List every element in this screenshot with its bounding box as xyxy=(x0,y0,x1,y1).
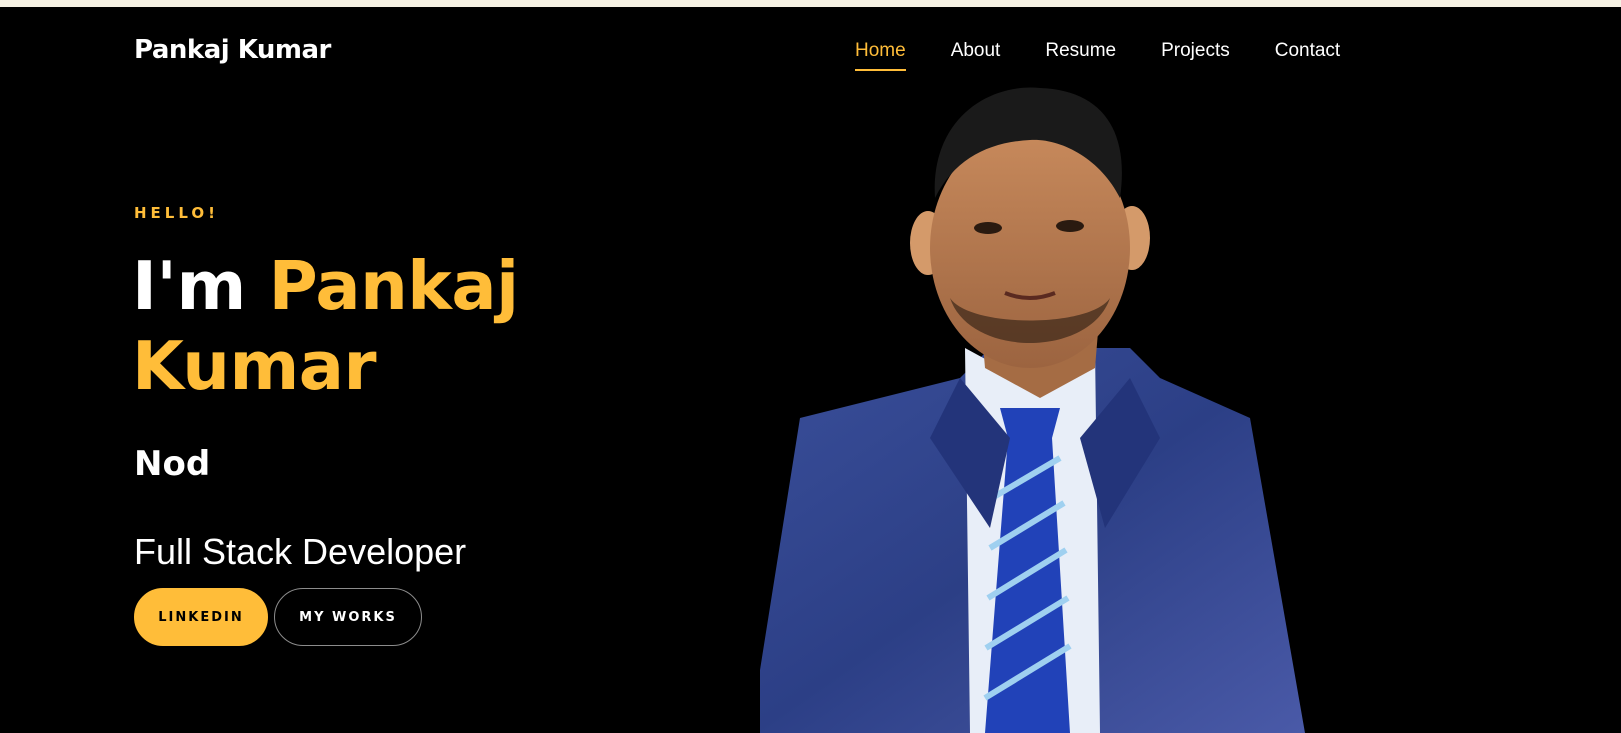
portrait-photo xyxy=(760,87,1305,733)
linkedin-button[interactable]: LINKEDIN xyxy=(134,588,268,646)
nav-link-resume[interactable]: Resume xyxy=(1045,40,1116,71)
nav-link-about[interactable]: About xyxy=(951,40,1001,71)
nav-link-projects[interactable]: Projects xyxy=(1161,40,1230,71)
hero-role: Full Stack Developer xyxy=(134,531,467,572)
greeting-label: HELLO! xyxy=(134,204,219,222)
nav-link-home[interactable]: Home xyxy=(855,40,906,71)
nav-links: Home About Resume Projects Contact xyxy=(855,40,1385,71)
hero-subname: Nod xyxy=(134,444,211,484)
nav-link-contact[interactable]: Contact xyxy=(1275,40,1340,71)
my-works-button[interactable]: MY WORKS xyxy=(274,588,422,646)
top-strip xyxy=(0,0,1621,7)
brand-logo[interactable]: Pankaj Kumar xyxy=(134,35,331,65)
headline-prefix: I'm xyxy=(132,247,246,325)
hero-headline: I'm Pankaj Kumar xyxy=(132,246,652,406)
